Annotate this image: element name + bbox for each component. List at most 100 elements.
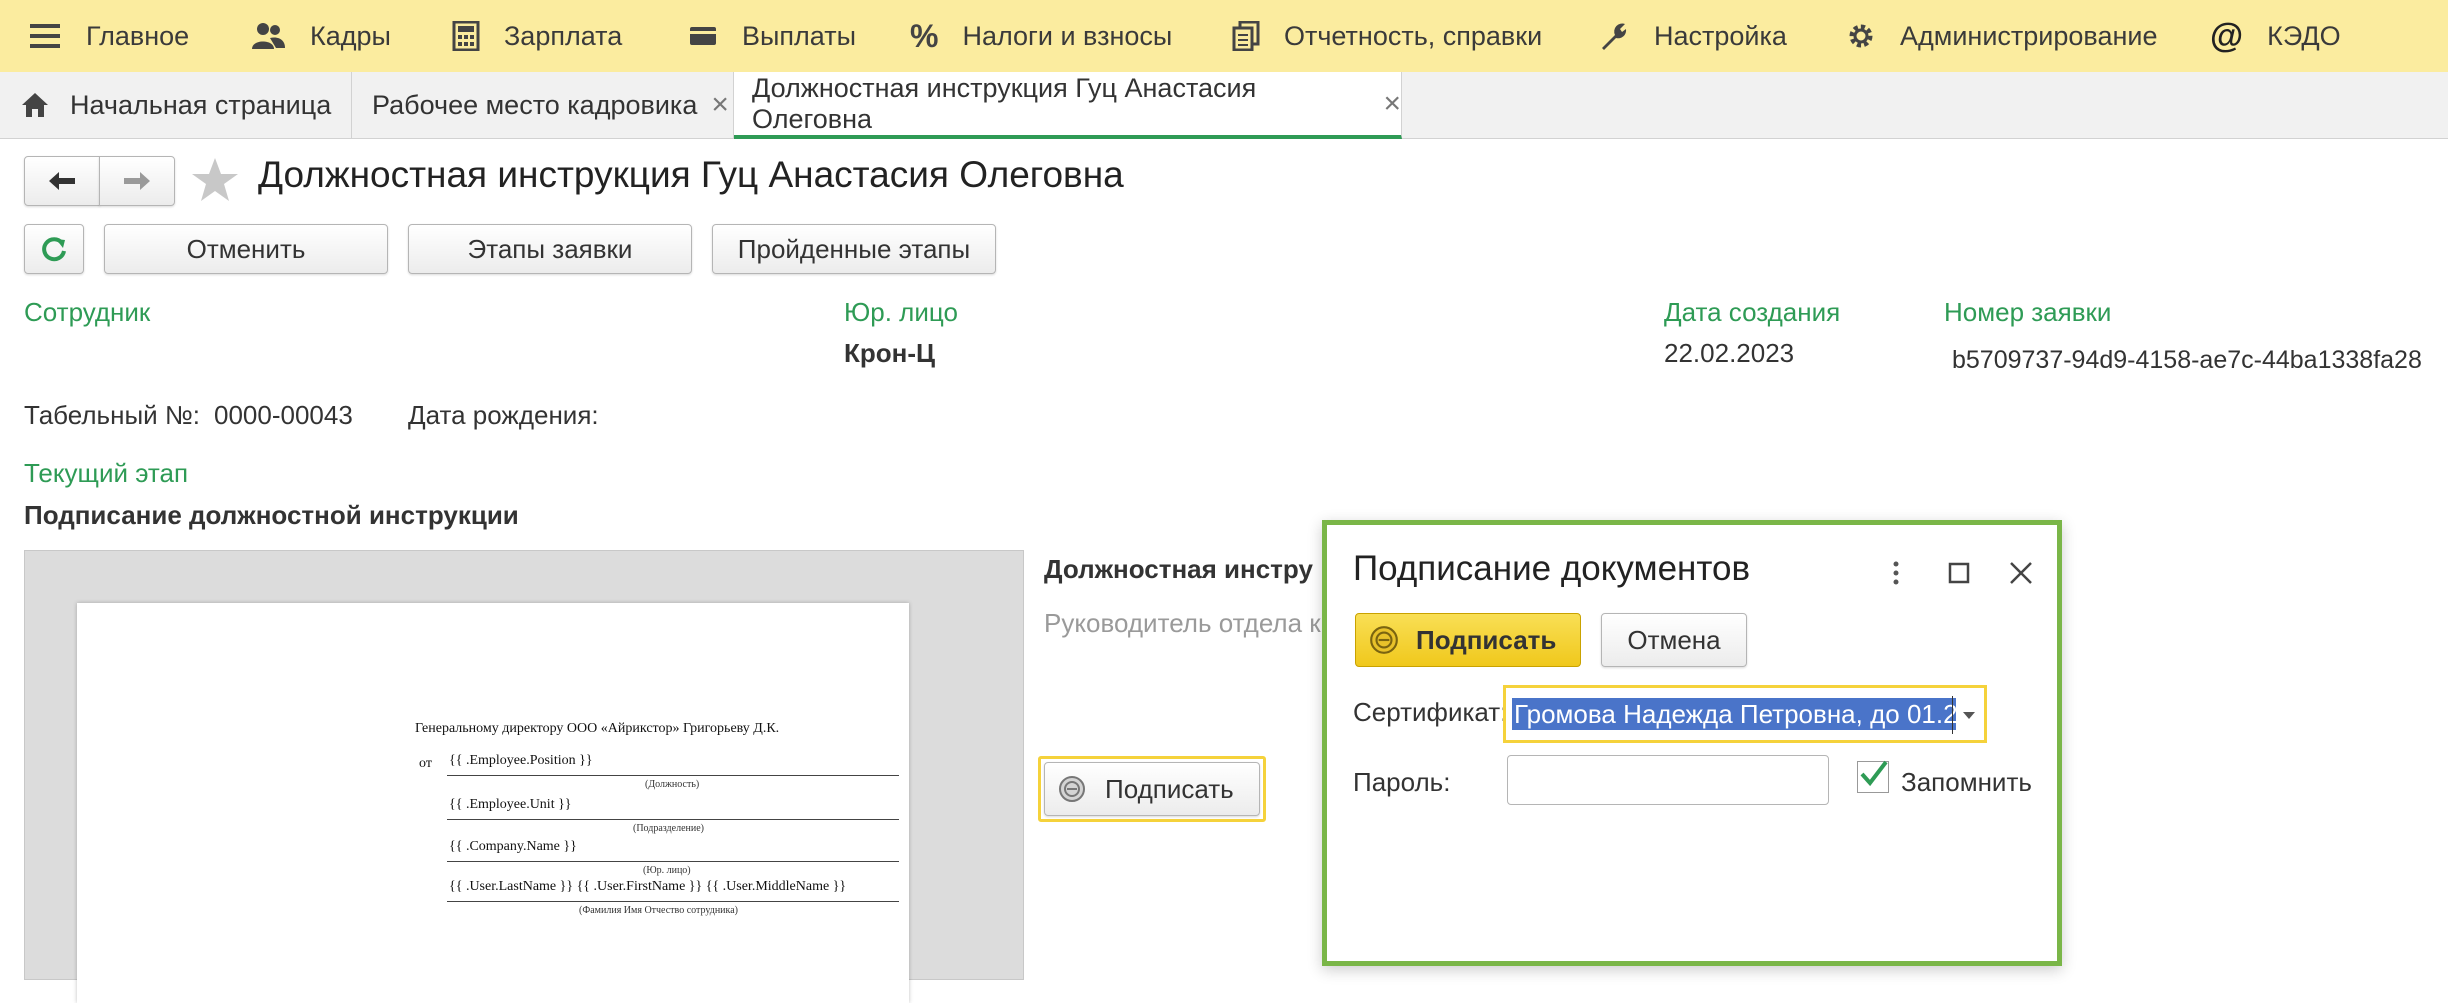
menu-item-salary[interactable]: Зарплата <box>452 0 622 72</box>
menu-item-label: Администрирование <box>1900 20 2158 51</box>
tab-label: Должностная инструкция Гуц Анастасия Оле… <box>752 72 1257 134</box>
reports-icon <box>1232 21 1260 51</box>
created-date-label: Дата создания <box>1664 297 1841 327</box>
arrow-right-icon <box>124 172 150 190</box>
more-icon[interactable] <box>1889 559 1903 587</box>
certificate-select[interactable]: Громова Надежда Петровна, до 01.20 <box>1503 685 1987 743</box>
back-button[interactable] <box>24 156 100 206</box>
document-page: Генеральному директору ООО «Айрикстор» Г… <box>77 603 909 1003</box>
document-preview[interactable]: Генеральному директору ООО «Айрикстор» Г… <box>24 550 1024 1003</box>
dialog-sign-button[interactable]: Подписать <box>1355 613 1581 667</box>
menu-item-reports[interactable]: Отчетность, справки <box>1232 0 1542 72</box>
document-company: {{ .Company.Name }} <box>449 839 577 854</box>
passed-stages-button[interactable]: Пройденные этапы <box>712 224 996 274</box>
dialog-title: Подписание документов <box>1353 549 1751 588</box>
menu-item-label: Налоги и взносы <box>962 20 1173 51</box>
certificate-label: Сертификат: <box>1353 697 1508 727</box>
document-from: от <box>419 756 432 771</box>
document-name: {{ .User.LastName }} {{ .User.FirstName … <box>449 879 847 894</box>
wallet-icon <box>690 27 716 45</box>
dialog-cancel-button[interactable]: Отмена <box>1601 613 1747 667</box>
arrow-left-icon <box>49 172 75 190</box>
tab-label: Рабочее место кадровика <box>372 89 698 120</box>
request-number-label: Номер заявки <box>1944 297 2112 327</box>
legal-entity-label: Юр. лицо <box>844 297 958 327</box>
remember-checkbox[interactable] <box>1857 760 1889 793</box>
document-hint: (Юр. лицо) <box>643 865 691 876</box>
menu-item-settings[interactable]: Настройка <box>1598 0 1787 72</box>
hamburger-icon <box>30 24 60 48</box>
document-line <box>447 901 899 902</box>
tab-hr-workplace[interactable]: Рабочее место кадровика × <box>352 72 734 138</box>
current-stage-value: Подписание должностной инструкции <box>24 500 519 530</box>
birth-date-label: Дата рождения: <box>408 400 599 430</box>
menu-item-kedo[interactable]: @ КЭДО <box>2210 0 2341 72</box>
menu-item-label: Главное <box>86 20 190 51</box>
at-icon: @ <box>2210 16 2244 55</box>
close-icon[interactable]: × <box>1383 87 1401 121</box>
document-hint: (Фамилия Имя Отчество сотрудника) <box>579 905 739 916</box>
menu-item-main[interactable]: Главное <box>28 0 189 72</box>
side-document-title: Должностная инстру <box>1044 554 1313 584</box>
wrench-icon <box>1602 23 1627 50</box>
remember-label: Запомнить <box>1901 767 2032 797</box>
menu-item-label: Отчетность, справки <box>1284 20 1543 51</box>
sign-documents-dialog: Подписание документов Подписать Отмена С… <box>1322 520 2062 966</box>
home-icon <box>22 93 48 117</box>
menu-item-label: КЭДО <box>2267 20 2341 51</box>
document-unit: {{ .Employee.Unit }} <box>449 797 572 812</box>
personnel-number-value: 0000-00043 <box>214 400 353 430</box>
document-header: Генеральному директору ООО «Айрикстор» Г… <box>415 721 780 736</box>
sign-icon <box>1059 776 1085 802</box>
maximize-icon[interactable] <box>1947 561 1971 585</box>
current-stage-label: Текущий этап <box>24 458 189 488</box>
document-line <box>447 819 899 820</box>
sign-button[interactable]: Подписать <box>1044 762 1260 816</box>
menu-item-payments[interactable]: Выплаты <box>688 0 856 72</box>
refresh-icon <box>42 237 66 262</box>
stages-button[interactable]: Этапы заявки <box>408 224 692 274</box>
password-field[interactable] <box>1507 755 1829 805</box>
menu-item-label: Зарплата <box>504 20 623 51</box>
dialog-sign-label: Подписать <box>1416 624 1557 655</box>
forward-button[interactable] <box>99 156 175 206</box>
document-hint: (Подразделение) <box>633 823 704 834</box>
personnel-number-label: Табельный №: <box>24 400 200 430</box>
tab-label: Начальная страница <box>70 89 332 120</box>
sign-button-label: Подписать <box>1105 773 1234 804</box>
document-line <box>447 861 899 862</box>
document-position: {{ .Employee.Position }} <box>449 753 593 768</box>
employee-label: Сотрудник <box>24 297 151 327</box>
menu-item-label: Настройка <box>1654 20 1787 51</box>
checkmark-icon <box>1860 760 1888 787</box>
tab-job-description[interactable]: Должностная инструкция Гуц Анастасия Оле… <box>734 72 1402 139</box>
document-line <box>447 775 899 776</box>
cancel-button[interactable]: Отменить <box>104 224 388 274</box>
gear-icon <box>1849 24 1873 48</box>
menu-item-admin[interactable]: Администрирование <box>1846 0 2157 72</box>
legal-entity-value: Крон-Ц <box>844 338 935 368</box>
close-icon[interactable]: × <box>711 88 729 122</box>
certificate-value: Громова Надежда Петровна, до 01.20 <box>1512 698 1956 730</box>
main-menu-bar: Главное Кадры Зарплата Выплаты % Налоги … <box>0 0 2448 73</box>
password-label: Пароль: <box>1353 767 1451 797</box>
menu-item-label: Кадры <box>310 20 391 51</box>
close-icon[interactable] <box>2007 559 2035 587</box>
sign-icon <box>1370 626 1398 654</box>
tab-home[interactable]: Начальная страница <box>0 72 352 138</box>
chevron-down-icon[interactable] <box>1960 708 1978 722</box>
side-document-subtitle: Руководитель отдела к <box>1044 608 1321 638</box>
percent-icon: % <box>910 17 939 54</box>
menu-item-hr[interactable]: Кадры <box>250 0 391 72</box>
menu-item-taxes[interactable]: % Налоги и взносы <box>910 0 1172 72</box>
document-hint: (Должность) <box>645 779 700 790</box>
favorite-star-icon[interactable] <box>190 156 240 204</box>
people-icon <box>252 23 285 49</box>
calculator-icon <box>452 21 480 51</box>
menu-item-label: Выплаты <box>742 20 856 51</box>
request-number-value: b5709737-94d9-4158-ae7c-44ba1338fa28 <box>1952 346 2422 374</box>
refresh-button[interactable] <box>24 224 84 274</box>
created-date-value: 22.02.2023 <box>1664 338 1795 368</box>
page-title: Должностная инструкция Гуц Анастасия Оле… <box>258 154 1124 195</box>
tab-bar: Начальная страница Рабочее место кадрови… <box>0 72 2448 139</box>
